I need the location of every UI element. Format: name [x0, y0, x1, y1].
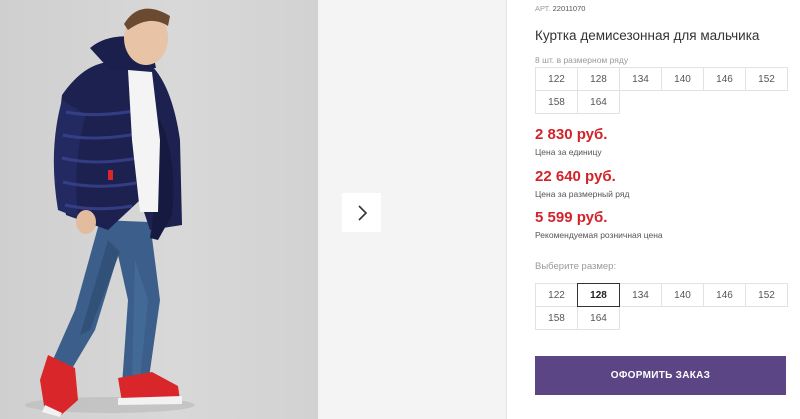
product-photo [0, 0, 318, 419]
size-option[interactable]: 158 [535, 306, 578, 330]
product-gallery [0, 0, 506, 419]
size-option[interactable]: 152 [745, 283, 788, 307]
article-number: АРТ. 22011070 [535, 4, 585, 13]
gallery-next-button[interactable] [342, 193, 381, 232]
size-series-grid: 122 128 134 140 146 152 158 164 [535, 67, 788, 114]
size-option-selected[interactable]: 128 [577, 283, 620, 307]
product-title: Куртка демисезонная для мальчика [535, 28, 760, 43]
series-size-cell: 146 [703, 67, 746, 91]
article-label: АРТ. [535, 4, 551, 13]
size-option[interactable]: 146 [703, 283, 746, 307]
series-size-cell: 158 [535, 90, 578, 114]
article-value: 22011070 [552, 4, 586, 13]
series-size-cell: 152 [745, 67, 788, 91]
size-option[interactable]: 122 [535, 283, 578, 307]
size-option[interactable]: 134 [619, 283, 662, 307]
retail-price-label: Рекомендуемая розничная цена [535, 230, 663, 240]
size-option[interactable]: 164 [577, 306, 620, 330]
series-price: 22 640 руб. [535, 168, 616, 185]
size-picker-label: Выберите размер: [535, 261, 617, 272]
series-size-cell: 134 [619, 67, 662, 91]
series-size-cell: 128 [577, 67, 620, 91]
divider [506, 0, 507, 419]
series-size-cell: 164 [577, 90, 620, 114]
chevron-right-icon [357, 204, 367, 221]
boy-in-jacket-illustration [25, 8, 195, 417]
size-series-note: 8 шт. в размерном ряду [535, 55, 629, 65]
size-option[interactable]: 140 [661, 283, 704, 307]
series-size-cell: 140 [661, 67, 704, 91]
size-picker: 122 128 134 140 146 152 158 164 [535, 283, 788, 330]
retail-price: 5 599 руб. [535, 209, 608, 226]
place-order-button[interactable]: ОФОРМИТЬ ЗАКАЗ [535, 356, 786, 395]
series-price-label: Цена за размерный ряд [535, 189, 630, 199]
unit-price-label: Цена за единицу [535, 147, 602, 157]
unit-price: 2 830 руб. [535, 126, 608, 143]
series-size-cell: 122 [535, 67, 578, 91]
